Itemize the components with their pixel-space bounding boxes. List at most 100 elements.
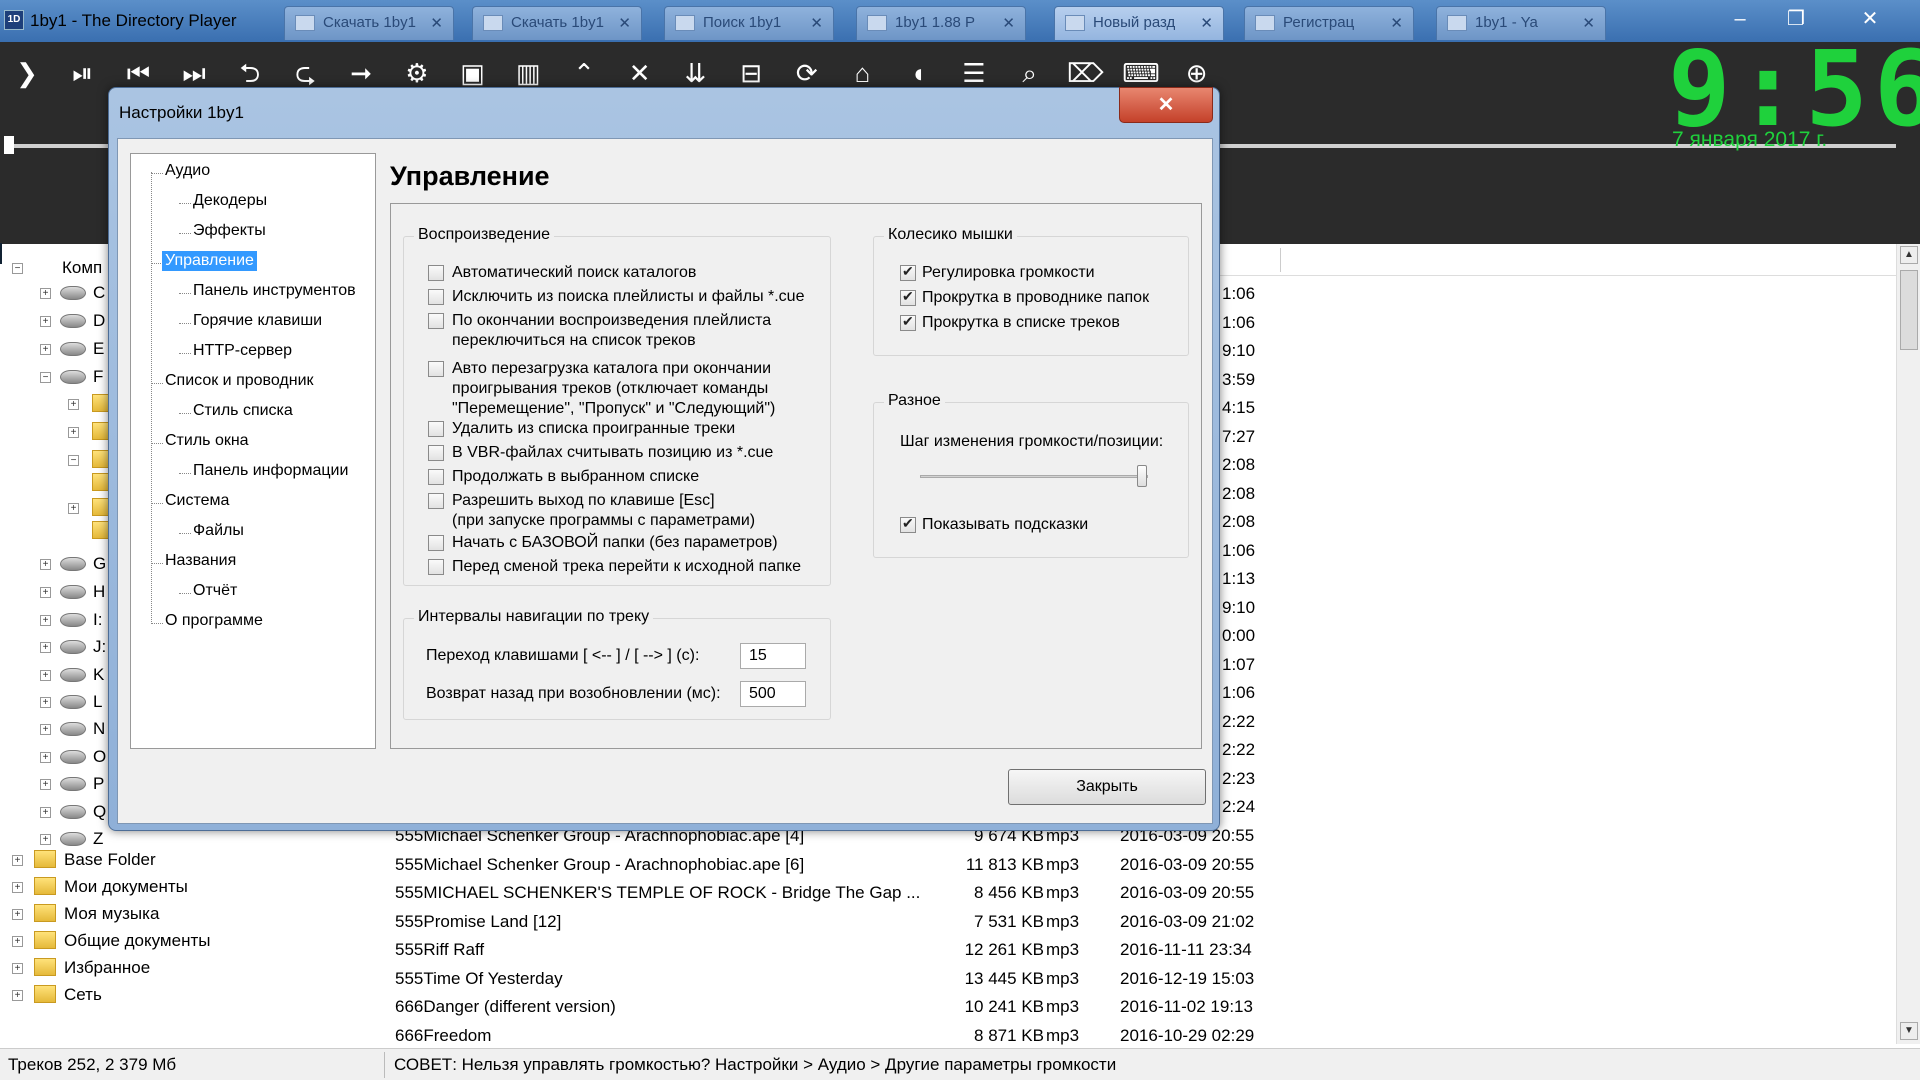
table-row[interactable]: 555MICHAEL SCHENKER'S TEMPLE OF ROCK - B… <box>300 883 1896 911</box>
playback-option-checkbox[interactable] <box>428 535 444 551</box>
nav-item[interactable]: Названия <box>165 552 236 570</box>
scroll-thumb[interactable] <box>1900 270 1918 350</box>
nav-item[interactable]: Файлы <box>193 522 244 540</box>
tree-item-folder[interactable]: Сеть <box>64 985 102 1005</box>
table-row[interactable]: 555Michael Schenker Group - Arachnophobi… <box>300 855 1896 883</box>
expand-icon[interactable]: − <box>68 455 79 466</box>
expand-icon[interactable]: + <box>40 316 51 327</box>
nav-item[interactable]: Список и проводник <box>165 372 314 390</box>
playback-option-checkbox[interactable] <box>428 361 444 377</box>
playback-option-checkbox[interactable] <box>428 313 444 329</box>
expand-icon[interactable]: + <box>40 344 51 355</box>
browser-tab[interactable]: Регистрац ✕ <box>1244 6 1414 40</box>
playback-option-checkbox[interactable] <box>428 265 444 281</box>
expand-icon[interactable]: + <box>12 882 23 893</box>
nav-item[interactable]: Стиль окна <box>165 432 249 450</box>
expand-icon[interactable]: + <box>12 963 23 974</box>
expand-icon[interactable]: + <box>40 587 51 598</box>
dialog-close-button[interactable]: ✕ <box>1119 87 1213 123</box>
wheel-option-checkbox[interactable] <box>900 288 916 306</box>
nav-item[interactable]: HTTP-сервер <box>193 342 292 360</box>
tab-close-icon[interactable]: ✕ <box>1582 14 1595 32</box>
seek-step-input[interactable]: 15 <box>740 643 806 669</box>
expand-icon[interactable]: − <box>12 263 23 274</box>
nav-item[interactable]: Отчёт <box>193 582 237 600</box>
expand-icon[interactable]: + <box>12 855 23 866</box>
pause-play-icon[interactable]: ⏯ <box>60 50 106 96</box>
tree-item-folder[interactable]: Мои документы <box>64 877 188 897</box>
expand-icon[interactable]: + <box>40 779 51 790</box>
wheel-option-checkbox[interactable] <box>900 313 916 331</box>
seek-knob[interactable] <box>4 136 14 154</box>
playback-option-checkbox[interactable] <box>428 559 444 575</box>
nav-item[interactable]: О программе <box>165 612 263 630</box>
playback-option-checkbox[interactable] <box>428 469 444 485</box>
tree-item-drive[interactable]: J: <box>93 637 106 657</box>
browser-tab[interactable]: 1by1 1.88 Р ✕ <box>856 6 1026 40</box>
table-row[interactable]: 555Riff Raff 12 261 KB mp3 2016-11-11 23:34 <box>300 940 1896 968</box>
expand-icon[interactable]: − <box>40 372 51 383</box>
tree-item-folder[interactable]: Моя музыка <box>64 904 159 924</box>
expand-icon[interactable]: + <box>40 834 51 845</box>
nav-item[interactable]: Стиль списка <box>193 402 293 420</box>
expand-icon[interactable]: + <box>12 909 23 920</box>
tab-close-icon[interactable]: ✕ <box>618 14 631 32</box>
tree-item-computer[interactable]: Комп <box>62 258 102 278</box>
vertical-scrollbar[interactable]: ▲ ▼ <box>1896 244 1920 1044</box>
browser-tab[interactable]: Скачать 1by1 ✕ <box>284 6 454 40</box>
tab-close-icon[interactable]: ✕ <box>810 14 823 32</box>
tree-item-drive[interactable]: Q <box>93 802 106 822</box>
tree-item-drive[interactable]: E <box>93 339 104 359</box>
play-icon[interactable]: ❯ <box>4 50 50 96</box>
nav-item[interactable]: Панель информации <box>193 462 348 480</box>
tree-item-drive[interactable]: C <box>93 283 105 303</box>
scroll-down-icon[interactable]: ▼ <box>1900 1022 1918 1040</box>
table-row[interactable]: 555Promise Land [12] 7 531 KB mp3 2016-03-0… <box>300 912 1896 940</box>
tree-item-folder[interactable]: Избранное <box>64 958 150 978</box>
playback-option-checkbox[interactable] <box>428 493 444 509</box>
tab-close-icon[interactable]: ✕ <box>1002 14 1015 32</box>
expand-icon[interactable]: + <box>68 503 79 514</box>
rewind-input[interactable]: 500 <box>740 681 806 707</box>
playback-option-checkbox[interactable] <box>428 445 444 461</box>
expand-icon[interactable]: + <box>12 936 23 947</box>
show-hints-checkbox[interactable] <box>900 515 916 533</box>
browser-tab[interactable]: 1by1 - Ya ✕ <box>1436 6 1606 40</box>
browser-tab[interactable]: Новый разд ✕ <box>1054 6 1224 40</box>
tree-item-folder[interactable]: Base Folder <box>64 850 156 870</box>
tree-item-drive[interactable]: N <box>93 719 105 739</box>
tab-close-icon[interactable]: ✕ <box>1200 14 1213 32</box>
nav-item[interactable]: Горячие клавиши <box>193 312 322 330</box>
browser-tab[interactable]: Скачать 1by1 ✕ <box>472 6 642 40</box>
tab-close-icon[interactable]: ✕ <box>1390 14 1403 32</box>
expand-icon[interactable]: + <box>12 990 23 1001</box>
nav-item[interactable]: Управление <box>162 251 257 271</box>
tree-item-drive[interactable]: P <box>93 774 104 794</box>
close-dialog-button[interactable]: Закрыть <box>1008 769 1206 805</box>
tree-item-drive[interactable]: I: <box>93 610 102 630</box>
expand-icon[interactable]: + <box>40 752 51 763</box>
expand-icon[interactable]: + <box>68 427 79 438</box>
nav-item[interactable]: Панель инструментов <box>193 282 356 300</box>
tree-item-drive[interactable]: D <box>93 311 105 331</box>
step-slider-thumb[interactable] <box>1136 465 1147 487</box>
tree-item-folder[interactable]: Общие документы <box>64 931 210 951</box>
expand-icon[interactable]: + <box>40 807 51 818</box>
tree-item-drive[interactable]: K <box>93 665 104 685</box>
expand-icon[interactable]: + <box>40 724 51 735</box>
tab-close-icon[interactable]: ✕ <box>430 14 443 32</box>
wheel-option-checkbox[interactable] <box>900 263 916 281</box>
tree-item-drive[interactable]: F <box>93 367 103 387</box>
tree-item-drive[interactable]: Z <box>93 829 103 849</box>
step-slider-track[interactable] <box>920 475 1148 478</box>
tree-item-drive[interactable]: O <box>93 747 106 767</box>
expand-icon[interactable]: + <box>68 399 79 410</box>
nav-item[interactable]: Аудио <box>165 162 210 180</box>
playback-option-checkbox[interactable] <box>428 421 444 437</box>
nav-item[interactable]: Система <box>165 492 229 510</box>
expand-icon[interactable]: + <box>40 615 51 626</box>
tree-item-drive[interactable]: L <box>93 692 102 712</box>
expand-icon[interactable]: + <box>40 559 51 570</box>
expand-icon[interactable]: + <box>40 288 51 299</box>
playback-option-checkbox[interactable] <box>428 289 444 305</box>
